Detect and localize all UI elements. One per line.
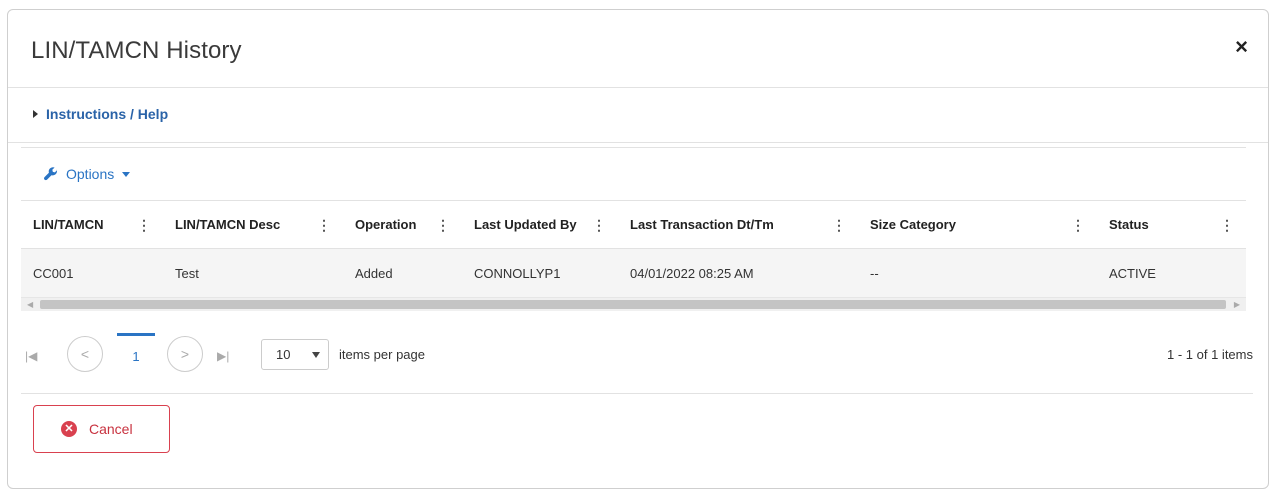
dialog-title: LIN/TAMCN History	[31, 37, 242, 64]
page-size-value: 10	[276, 347, 291, 362]
items-per-page-label: items per page	[339, 347, 425, 362]
scrollbar-thumb[interactable]	[40, 300, 1226, 309]
column-label: LIN/TAMCN	[33, 217, 104, 232]
items-count: 1 - 1 of 1 items	[1167, 347, 1253, 362]
column-label: Size Category	[870, 217, 956, 232]
column-header-operation[interactable]: Operation ⋮	[343, 201, 462, 249]
column-header-size-category[interactable]: Size Category ⋮	[858, 201, 1097, 249]
column-header-last-transaction[interactable]: Last Transaction Dt/Tm ⋮	[618, 201, 858, 249]
page-number-label: 1	[132, 349, 140, 364]
column-menu-icon[interactable]: ⋮	[436, 217, 450, 234]
cancel-circle-x-icon: ✕	[61, 421, 77, 437]
column-menu-icon[interactable]: ⋮	[317, 217, 331, 234]
column-menu-icon[interactable]: ⋮	[1071, 217, 1085, 234]
cell-lin-tamcn: CC001	[21, 248, 163, 297]
column-header-last-updated-by[interactable]: Last Updated By ⋮	[462, 201, 618, 249]
cancel-button[interactable]: ✕ Cancel	[33, 405, 170, 453]
table-header-row: LIN/TAMCN ⋮ LIN/TAMCN Desc ⋮ Operation ⋮ La…	[21, 201, 1246, 249]
chevron-right-icon: >	[180, 346, 190, 362]
cell-lin-tamcn-desc: Test	[163, 248, 343, 297]
current-page-indicator	[117, 333, 155, 336]
dialog-header: LIN/TAMCN History ×	[8, 10, 1268, 88]
page-size-select[interactable]: 10	[261, 339, 329, 370]
first-page-icon[interactable]: |◀	[25, 349, 37, 363]
column-menu-icon[interactable]: ⋮	[832, 217, 846, 234]
cell-operation: Added	[343, 248, 462, 297]
column-menu-icon[interactable]: ⋮	[1220, 217, 1234, 234]
column-header-lin-tamcn-desc[interactable]: LIN/TAMCN Desc ⋮	[163, 201, 343, 249]
instructions-help-label: Instructions / Help	[46, 106, 169, 122]
cell-last-updated-by: CONNOLLYP1	[462, 248, 618, 297]
chevron-left-icon: <	[80, 346, 90, 362]
next-page-button[interactable]: >	[167, 336, 203, 372]
column-menu-icon[interactable]: ⋮	[137, 217, 151, 234]
page-number-current[interactable]: 1	[116, 333, 156, 364]
column-label: Last Updated By	[474, 217, 577, 232]
column-label: Operation	[355, 217, 417, 232]
history-table: LIN/TAMCN ⋮ LIN/TAMCN Desc ⋮ Operation ⋮ La…	[21, 201, 1246, 297]
grid-toolbar: Options	[21, 147, 1246, 201]
wrench-icon	[44, 167, 58, 181]
options-button[interactable]: Options	[44, 166, 131, 182]
dropdown-caret-icon	[312, 352, 320, 358]
caret-down-icon	[122, 171, 131, 177]
cancel-label: Cancel	[89, 421, 133, 437]
cell-last-transaction: 04/01/2022 08:25 AM	[618, 248, 858, 297]
last-page-icon[interactable]: ▶|	[217, 349, 229, 363]
instructions-help-link[interactable]: Instructions / Help	[33, 106, 168, 122]
column-header-status[interactable]: Status ⋮	[1097, 201, 1246, 249]
history-grid: Options LIN/TAMCN ⋮ LIN/TAMCN Desc ⋮ Opera…	[21, 147, 1246, 311]
column-label: Last Transaction Dt/Tm	[630, 217, 774, 232]
cell-size-category: --	[858, 248, 1097, 297]
prev-page-button[interactable]: <	[67, 336, 103, 372]
column-header-lin-tamcn[interactable]: LIN/TAMCN ⋮	[21, 201, 163, 249]
options-label: Options	[66, 166, 115, 182]
expand-triangle-icon	[33, 110, 38, 118]
horizontal-scrollbar[interactable]: ◀ ▶	[21, 297, 1246, 311]
help-section: Instructions / Help	[8, 87, 1268, 143]
column-label: Status	[1109, 217, 1149, 232]
scroll-right-icon[interactable]: ▶	[1234, 300, 1240, 309]
column-label: LIN/TAMCN Desc	[175, 217, 281, 232]
pager: |◀ < 1 > ▶| 10 items per page 1 - 1 of 1…	[21, 333, 1253, 394]
close-icon[interactable]: ×	[1235, 35, 1248, 59]
table-row[interactable]: CC001 Test Added CONNOLLYP1 04/01/2022 0…	[21, 248, 1246, 297]
cell-status: ACTIVE	[1097, 248, 1246, 297]
column-menu-icon[interactable]: ⋮	[592, 217, 606, 234]
scroll-left-icon[interactable]: ◀	[27, 300, 33, 309]
